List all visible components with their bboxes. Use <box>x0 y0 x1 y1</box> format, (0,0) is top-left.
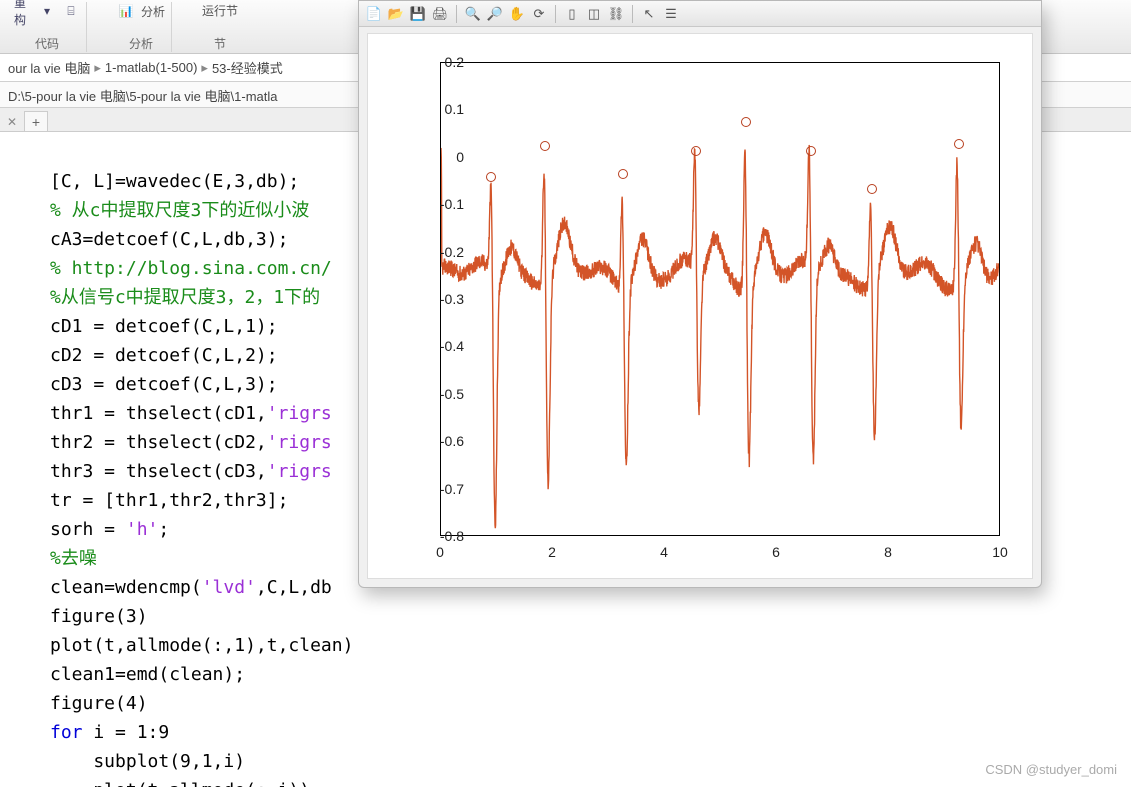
peak-marker-icon <box>618 169 628 179</box>
breadcrumb-separator-icon: ▸ <box>201 60 208 76</box>
peak-marker-icon <box>867 184 877 194</box>
breadcrumb-separator-icon: ▸ <box>94 60 101 76</box>
axes-area[interactable]: 0.20.10-0.1-0.2-0.3-0.4-0.5-0.6-0.7-0.8 … <box>367 33 1033 579</box>
new-figure-icon[interactable]: 📄 <box>365 5 383 23</box>
signal-plot <box>441 63 999 535</box>
figure-window[interactable]: 📄 📂 💾 🖨 🔍 🔎 ✋ ⟳ ▯ ◫ ⛓ ↖ ☰ 0.2 0.1 0 -0.1 -0.… <box>358 0 1042 588</box>
x-tick-label: 4 <box>660 544 668 560</box>
y-tick-label: -0.3 <box>440 291 464 307</box>
x-tick-label: 6 <box>772 544 780 560</box>
format-button[interactable]: ⌸ <box>62 2 80 20</box>
peak-marker-icon <box>691 146 701 156</box>
code-line: figure(4) <box>50 693 148 714</box>
y-tick-label: -0.7 <box>440 481 464 497</box>
toolbar-section-label: 节 <box>214 35 226 52</box>
code-line: thr1 = thselect(cD1,'rigrs <box>50 403 332 424</box>
code-line: cD1 = detcoef(C,L,1); <box>50 316 278 337</box>
code-comment: % 从c中提取尺度3下的近似小波 <box>50 200 309 221</box>
code-line: cD3 = detcoef(C,L,3); <box>50 374 278 395</box>
y-tick-label: 0.2 <box>445 54 464 70</box>
code-comment: %从信号c中提取尺度3，2，1下的 <box>50 287 320 308</box>
add-tab-button[interactable]: + <box>24 111 48 131</box>
code-line: subplot(9,1,i) <box>50 751 245 772</box>
restructure-button[interactable]: 重构 <box>14 2 32 20</box>
axes-box[interactable] <box>440 62 1000 536</box>
figure-toolbar: 📄 📂 💾 🖨 🔍 🔎 ✋ ⟳ ▯ ◫ ⛓ ↖ ☰ <box>359 1 1041 27</box>
breadcrumb-part[interactable]: our la vie 电脑 <box>8 58 90 77</box>
code-line: thr2 = thselect(cD2,'rigrs <box>50 432 332 453</box>
x-tick-label: 2 <box>548 544 556 560</box>
peak-marker-icon <box>806 146 816 156</box>
x-tick-label: 8 <box>884 544 892 560</box>
y-tick-label: -0.1 <box>440 196 464 212</box>
code-line: tr = [thr1,thr2,thr3]; <box>50 490 288 511</box>
y-tick-label: 0 <box>456 149 464 165</box>
toolbar-separator <box>555 5 556 23</box>
x-tick-label: 10 <box>992 544 1008 560</box>
x-tick-label: 0 <box>436 544 444 560</box>
analyze-button-label: 分析 <box>141 3 165 20</box>
toolbar-analyze-label: 分析 <box>129 35 153 52</box>
y-tick-label: -0.5 <box>440 386 464 402</box>
code-line: figure(3) <box>50 606 148 627</box>
pan-icon[interactable]: ✋ <box>508 5 526 23</box>
breadcrumb-part[interactable]: 53-经验模式 <box>212 58 283 77</box>
toolbar-group-analyze: 📊 分析 分析 <box>111 2 172 52</box>
y-tick-label: -0.2 <box>440 244 464 260</box>
data-cursor-icon[interactable]: ▯ <box>563 5 581 23</box>
toolbar-separator <box>632 5 633 23</box>
breadcrumb-part[interactable]: 1-matlab(1-500) <box>105 60 198 75</box>
open-icon[interactable]: 📂 <box>387 5 405 23</box>
peak-marker-icon <box>741 117 751 127</box>
y-tick-label: 0.1 <box>445 101 464 117</box>
insert-colorbar-icon[interactable]: ☰ <box>662 5 680 23</box>
indent-button[interactable]: ▾ <box>38 2 56 20</box>
brush-icon[interactable]: ◫ <box>585 5 603 23</box>
peak-marker-icon <box>486 172 496 182</box>
toolbar-code-label: 代码 <box>35 35 59 52</box>
toolbar-group-run: 运行节 节 <box>196 2 244 52</box>
y-tick-label: -0.6 <box>440 433 464 449</box>
close-icon[interactable]: ✕ <box>4 113 20 131</box>
code-line: for i = 1:9 <box>50 722 169 743</box>
zoom-out-icon[interactable]: 🔎 <box>486 5 504 23</box>
peak-marker-icon <box>540 141 550 151</box>
print-icon[interactable]: 🖨 <box>431 5 449 23</box>
code-line: sorh = 'h'; <box>50 519 169 540</box>
code-line: plot(t,allmode(:,i)) <box>50 780 310 787</box>
y-tick-label: -0.4 <box>440 338 464 354</box>
watermark: CSDN @studyer_domi <box>985 762 1117 777</box>
code-comment: %去噪 <box>50 548 97 569</box>
code-line: plot(t,allmode(:,1),t,clean) <box>50 635 353 656</box>
rotate-icon[interactable]: ⟳ <box>530 5 548 23</box>
run-section-button[interactable]: 运行节 <box>202 2 238 19</box>
code-line: cA3=detcoef(C,L,db,3); <box>50 229 288 250</box>
code-line: cD2 = detcoef(C,L,2); <box>50 345 278 366</box>
code-line: [C, L]=wavedec(E,3,db); <box>50 171 299 192</box>
peak-marker-icon <box>954 139 964 149</box>
code-line: clean=wdencmp('lvd',C,L,db <box>50 577 332 598</box>
code-comment: % http://blog.sina.com.cn/ <box>50 258 332 279</box>
toolbar-separator <box>456 5 457 23</box>
link-icon[interactable]: ⛓ <box>607 5 625 23</box>
code-line: clean1=emd(clean); <box>50 664 245 685</box>
zoom-in-icon[interactable]: 🔍 <box>464 5 482 23</box>
save-icon[interactable]: 💾 <box>409 5 427 23</box>
pointer-icon[interactable]: ↖ <box>640 5 658 23</box>
code-line: thr3 = thselect(cD3,'rigrs <box>50 461 332 482</box>
toolbar-group-code: 重构 ▾ ⌸ 代码 <box>8 2 87 52</box>
y-tick-label: -0.8 <box>440 528 464 544</box>
analyze-button[interactable]: 📊 <box>117 2 135 20</box>
